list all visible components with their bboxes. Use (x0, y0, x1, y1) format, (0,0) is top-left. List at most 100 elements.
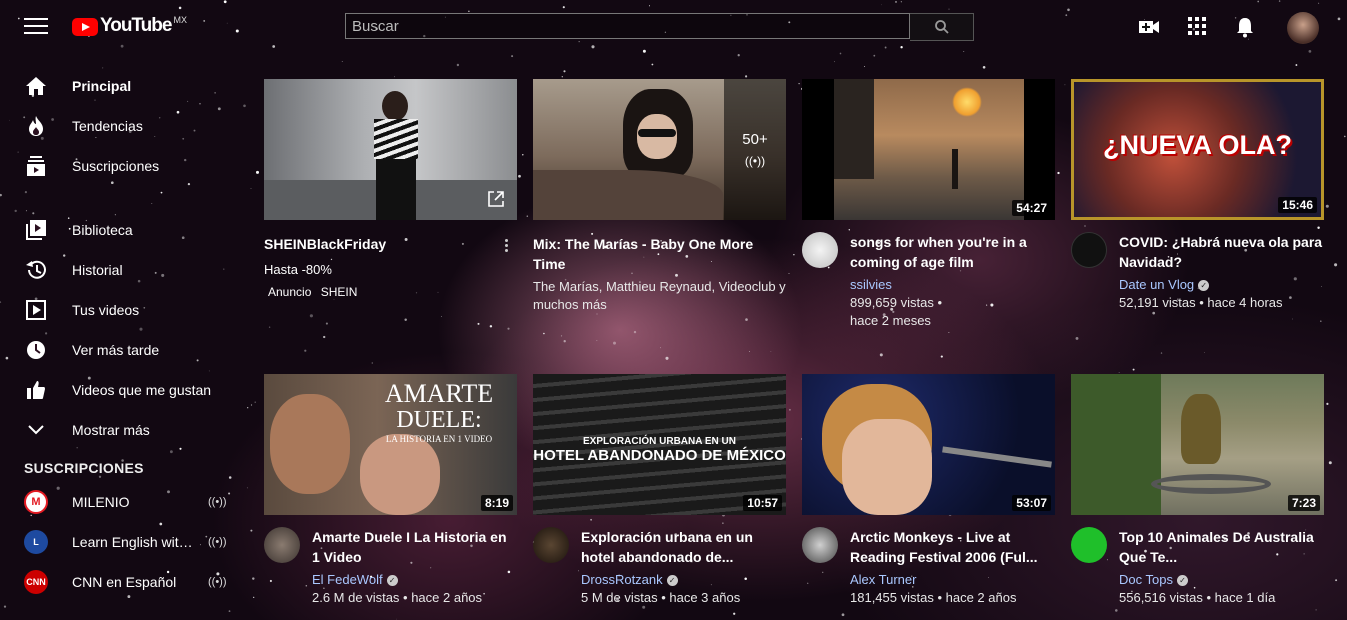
logo-text: YouTube (100, 15, 172, 36)
video-title[interactable]: Amarte Duele I La Historia en 1 Video (312, 527, 517, 567)
sidebar-item-biblioteca[interactable]: Biblioteca (0, 210, 240, 250)
video-age: hace 2 meses (850, 313, 931, 328)
video-thumbnail[interactable]: 50+ ((•)) (533, 79, 786, 220)
channel-avatar[interactable] (264, 527, 300, 563)
channel-name[interactable]: DrossRotzank (581, 572, 663, 587)
external-link-icon[interactable] (487, 190, 505, 208)
video-thumbnail[interactable]: 7:23 (1071, 374, 1324, 515)
thumbnail-subtitle: LA HISTORIA EN 1 VIDEO (385, 434, 493, 444)
video-title[interactable]: Exploración urbana en un hotel abandonad… (581, 527, 786, 567)
playlist-count: 50+ (742, 131, 768, 148)
live-broadcast-icon: ((•)) (208, 496, 227, 508)
verified-icon: ✓ (666, 575, 678, 587)
video-title[interactable]: Mix: The Marías - Baby One More Time (533, 234, 786, 274)
sidebar-item-historial[interactable]: Historial (0, 250, 240, 290)
video-thumbnail[interactable]: AMARTE DUELE: LA HISTORIA EN 1 VIDEO 8:1… (264, 374, 517, 515)
channel-name[interactable]: El FedeWolf (312, 572, 383, 587)
sidebar-item-mostrar-mas[interactable]: Mostrar más (0, 410, 240, 450)
live-broadcast-icon: ((•)) (208, 536, 227, 548)
thumbs-up-icon (24, 378, 48, 402)
subscription-learn-english[interactable]: L Learn English with ... ((•)) (0, 522, 240, 562)
search-icon (934, 20, 949, 34)
video-title[interactable]: COVID: ¿Habrá nueva ola para Navidad? (1119, 232, 1324, 272)
channel-avatar: M (24, 490, 48, 514)
thumbnail-title-2: DUELE: (396, 407, 482, 433)
channel-avatar[interactable] (802, 527, 838, 563)
notifications-bell-icon[interactable] (1235, 16, 1255, 43)
country-code: MX (173, 15, 187, 25)
video-duration: 8:19 (480, 495, 513, 511)
clock-icon (24, 338, 48, 362)
menu-icon[interactable] (24, 18, 48, 38)
sidebar-item-label: Principal (72, 78, 132, 94)
flame-icon (24, 114, 48, 138)
video-thumbnail[interactable]: 54:27 (802, 79, 1055, 220)
sidebar-item-tus-videos[interactable]: Tus videos (0, 290, 240, 330)
youtube-play-icon (72, 18, 98, 36)
video-duration: 53:07 (1012, 495, 1051, 511)
video-thumbnail[interactable]: EXPLORACIÓN URBANA EN UN HOTEL ABANDONAD… (533, 374, 786, 515)
channel-avatar[interactable] (1071, 527, 1107, 563)
video-thumbnail[interactable]: 53:07 (802, 374, 1055, 515)
channel-avatar[interactable] (802, 232, 838, 268)
video-title[interactable]: Top 10 Animales De Australia Que Te... (1119, 527, 1324, 567)
search-input[interactable] (345, 13, 910, 39)
mix-radio-icon: ((•)) (744, 154, 766, 168)
ad-card[interactable]: SHEINBlackFriday Hasta -80% Anuncio SHEI… (264, 79, 517, 299)
subscription-cnn-espanol[interactable]: CNN CNN en Español ((•)) (0, 562, 240, 602)
video-stats: 52,191 vistas • hace 4 horas (1119, 295, 1283, 310)
sidebar-item-label: Tus videos (72, 302, 140, 318)
channel-avatar[interactable] (533, 527, 569, 563)
video-title[interactable]: Arctic Monkeys - Live at Reading Festiva… (850, 527, 1055, 567)
verified-icon: ✓ (386, 575, 398, 587)
chevron-down-icon (24, 418, 48, 442)
channel-avatar: L (24, 530, 48, 554)
video-thumbnail[interactable]: ¿NUEVA OLA? 15:46 (1071, 79, 1324, 220)
video-thumbnail[interactable] (264, 79, 517, 220)
sidebar-item-suscripciones[interactable]: Suscripciones (0, 146, 240, 186)
video-title[interactable]: SHEINBlackFriday (264, 234, 517, 254)
ad-description: Hasta -80% (264, 262, 332, 277)
channel-name[interactable]: Doc Tops (1119, 572, 1173, 587)
subscriptions-icon (24, 154, 48, 178)
home-icon (24, 74, 48, 98)
thumbnail-title-1: AMARTE (384, 379, 494, 408)
video-views: 899,659 vistas • (850, 295, 942, 310)
thumbnail-title-1: EXPLORACIÓN URBANA EN UN (583, 436, 736, 447)
video-stats: 181,455 vistas • hace 2 años (850, 590, 1017, 605)
sidebar-item-label: Videos que me gustan (72, 382, 212, 398)
youtube-logo[interactable]: YouTube MX (72, 15, 187, 37)
sidebar-item-label: Ver más tarde (72, 342, 160, 358)
video-card[interactable]: AMARTE DUELE: LA HISTORIA EN 1 VIDEO 8:1… (264, 374, 517, 607)
video-title[interactable]: songs for when you're in a coming of age… (850, 232, 1055, 272)
sidebar-item-ver-mas-tarde[interactable]: Ver más tarde (0, 330, 240, 370)
account-avatar[interactable] (1287, 12, 1319, 44)
video-stats: 5 M de vistas • hace 3 años (581, 590, 741, 605)
video-card[interactable]: 50+ ((•)) Mix: The Marías - Baby One Mor… (533, 79, 786, 314)
video-card[interactable]: EXPLORACIÓN URBANA EN UN HOTEL ABANDONAD… (533, 374, 786, 607)
live-broadcast-icon: ((•)) (208, 576, 227, 588)
sidebar-item-videos-que-me-gustan[interactable]: Videos que me gustan (0, 370, 240, 410)
mix-channels: The Marías, Matthieu Reynaud, Videoclub … (533, 279, 786, 312)
sidebar-item-tendencias[interactable]: Tendencias (0, 106, 240, 146)
advertiser-name: SHEIN (320, 285, 358, 299)
ad-label: Anuncio (268, 285, 312, 299)
create-video-icon[interactable] (1138, 16, 1160, 43)
video-card[interactable]: 7:23 Top 10 Animales De Australia Que Te… (1071, 374, 1324, 607)
apps-grid-icon[interactable] (1187, 16, 1207, 41)
channel-name[interactable]: Alex Turner (850, 571, 1055, 589)
channel-name[interactable]: ssilvies (850, 276, 1055, 294)
video-card[interactable]: 53:07 Arctic Monkeys - Live at Reading F… (802, 374, 1055, 607)
channel-name[interactable]: Date un Vlog (1119, 277, 1194, 292)
video-card[interactable]: 54:27 songs for when you're in a coming … (802, 79, 1055, 330)
video-card[interactable]: ¿NUEVA OLA? 15:46 COVID: ¿Habrá nueva ol… (1071, 79, 1324, 312)
more-options-icon[interactable] (505, 239, 509, 254)
video-duration: 10:57 (743, 495, 782, 511)
search-button[interactable] (910, 13, 974, 41)
verified-icon: ✓ (1198, 280, 1210, 292)
video-stats: 2.6 M de vistas • hace 2 años (312, 590, 483, 605)
channel-avatar[interactable] (1071, 232, 1107, 268)
subscription-milenio[interactable]: M MILENIO ((•)) (0, 482, 240, 522)
sidebar-item-principal[interactable]: Principal (0, 66, 240, 106)
library-icon (24, 218, 48, 242)
